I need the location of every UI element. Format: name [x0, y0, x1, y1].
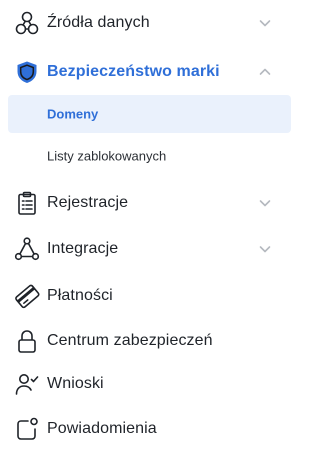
sidebar-item-label: Centrum zabezpieczeń [47, 332, 213, 349]
sidebar-nav: Źródła danych Bezpieczeństwo marki Domen… [0, 0, 300, 450]
sidebar-subitem-label: Listy zablokowanych [47, 148, 167, 164]
data-sources-icon [14, 10, 40, 36]
user-check-icon [14, 371, 40, 397]
shield-icon [14, 59, 40, 85]
sidebar-subitem-label: Domeny [47, 106, 99, 122]
sidebar-item-requests[interactable]: Wnioski [0, 364, 292, 404]
sidebar-item-data-sources[interactable]: Źródła danych [0, 3, 292, 43]
sidebar-item-integrations[interactable]: Integracje [0, 229, 292, 269]
notification-icon [14, 416, 40, 442]
chevron-down-icon[interactable] [257, 15, 273, 31]
sidebar-item-label: Płatności [47, 287, 113, 304]
sidebar-item-notifications[interactable]: Powiadomienia [0, 409, 292, 449]
lock-icon [14, 328, 40, 354]
sidebar-subitem-domains[interactable]: Domeny [8, 95, 291, 133]
chevron-down-icon[interactable] [257, 195, 273, 211]
sidebar-item-security-center[interactable]: Centrum zabezpieczeń [0, 321, 292, 361]
sidebar-item-label: Wnioski [47, 375, 104, 392]
integrations-icon [14, 236, 40, 262]
chevron-up-icon[interactable] [257, 64, 273, 80]
sidebar-item-label: Rejestracje [47, 194, 129, 211]
sidebar-item-registrations[interactable]: Rejestracje [0, 183, 292, 223]
sidebar-item-payments[interactable]: Płatności [0, 276, 292, 316]
sidebar-item-label: Bezpieczeństwo marki [47, 63, 220, 80]
sidebar-item-label: Powiadomienia [47, 420, 157, 437]
sidebar-item-brand-security[interactable]: Bezpieczeństwo marki [0, 52, 292, 92]
credit-card-icon [14, 283, 40, 309]
sidebar-item-label: Źródła danych [47, 14, 150, 31]
chevron-down-icon[interactable] [257, 241, 273, 257]
sidebar-subitem-blocklists[interactable]: Listy zablokowanych [8, 137, 291, 175]
sidebar-item-label: Integracje [47, 240, 119, 257]
clipboard-icon [14, 190, 40, 216]
